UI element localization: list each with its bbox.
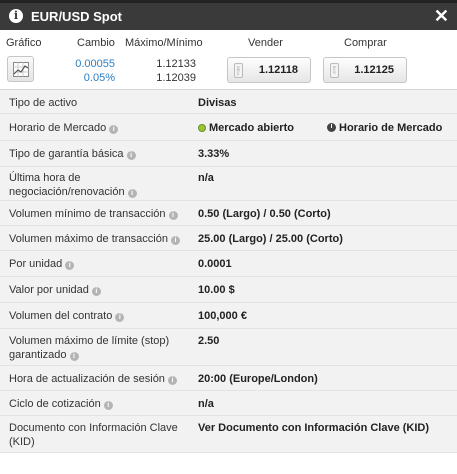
detail-value: 3.33% [198, 148, 230, 160]
header-chart: Gráfico [6, 37, 42, 49]
header-highlow: Máximo/Mínimo [125, 37, 203, 49]
detail-label: Volumen máximo de límite (stop) garantiza… [9, 334, 169, 362]
market-hours-text: Horario de Mercado [339, 122, 443, 134]
detail-row-contract-volume: Volumen del contrato i 100,000 € [0, 303, 457, 329]
buy-button[interactable]: BUY 1.12125 [323, 57, 407, 83]
detail-label: Última hora de negociación/renovación i [9, 171, 137, 199]
detail-label: Hora de actualización de sesión i [9, 372, 177, 386]
detail-label-line1: Última hora de [9, 172, 81, 184]
detail-label-text: Volumen máximo de transacción [9, 233, 168, 245]
detail-label-text: Ciclo de cotización [9, 398, 101, 410]
instrument-details: Tipo de activo Divisas Horario de Mercad… [0, 90, 457, 453]
help-icon[interactable]: i [109, 125, 119, 134]
detail-value: n/a [198, 172, 214, 184]
chart-icon [13, 62, 29, 77]
close-icon[interactable]: ✕ [434, 5, 449, 27]
market-status-text: Mercado abierto [209, 122, 294, 134]
clock-icon [327, 123, 336, 132]
detail-value: 100,000 € [198, 310, 247, 322]
detail-label: Documento con Información Clave (KID) [9, 421, 178, 449]
header-change: Cambio [77, 37, 115, 49]
sell-tag-icon: SELL [234, 63, 243, 78]
detail-row-asset-type: Tipo de activo Divisas [0, 90, 457, 114]
detail-value: 25.00 (Largo) / 25.00 (Corto) [198, 233, 343, 245]
window-titlebar: i EUR/USD Spot ✕ [0, 0, 457, 30]
detail-label: Ciclo de cotización i [9, 397, 113, 411]
market-status: Mercado abierto [198, 121, 294, 135]
detail-row-unit-value: Valor por unidad i 10.00 $ [0, 277, 457, 303]
detail-label: Horario de Mercado i [9, 121, 119, 135]
info-icon[interactable]: i [9, 9, 23, 23]
low-value: 1.12039 [156, 72, 196, 84]
help-icon[interactable]: i [167, 376, 177, 385]
help-icon[interactable]: i [126, 151, 136, 160]
detail-label: Volumen máximo de transacción i [9, 232, 180, 246]
detail-row-guaranteed-stop: Volumen máximo de límite (stop) garantiza… [0, 329, 457, 366]
detail-label-line1: Volumen máximo de límite (stop) [9, 335, 170, 347]
detail-label-text: Horario de Mercado [9, 122, 107, 134]
detail-row-min-volume: Volumen mínimo de transacción i 0.50 (Lar… [0, 201, 457, 226]
detail-row-kid: Documento con Información Clave (KID) Ver… [0, 416, 457, 453]
header-buy: Comprar [344, 37, 387, 49]
detail-label-line2: (KID) [9, 436, 35, 448]
detail-label-text: Por unidad [9, 258, 63, 270]
detail-value: n/a [198, 398, 214, 410]
chart-button[interactable] [7, 56, 34, 82]
sell-price: 1.12118 [258, 64, 298, 76]
detail-value: Divisas [198, 97, 237, 109]
help-icon[interactable]: i [69, 352, 79, 361]
sell-button[interactable]: SELL 1.12118 [227, 57, 311, 83]
high-value: 1.12133 [156, 58, 196, 70]
detail-row-margin: Tipo de garantía básica i 3.33% [0, 141, 457, 167]
help-icon[interactable]: i [65, 261, 75, 270]
detail-label-line1: Documento con Información Clave [9, 422, 178, 434]
header-sell: Vender [248, 37, 283, 49]
market-open-icon [198, 124, 206, 132]
detail-row-per-unit: Por unidad i 0.0001 [0, 251, 457, 277]
detail-row-last-trading: Última hora de negociación/renovación i n/… [0, 167, 457, 201]
detail-value: 0.50 (Largo) / 0.50 (Corto) [198, 208, 331, 220]
buy-price: 1.12125 [354, 64, 394, 76]
detail-label-text: Hora de actualización de sesión [9, 373, 165, 385]
detail-value: 2.50 [198, 335, 220, 347]
help-icon[interactable]: i [115, 313, 125, 322]
kid-document-link[interactable]: Ver Documento con Información Clave (KID… [198, 421, 429, 435]
detail-row-quote-cycle: Ciclo de cotización i n/a [0, 391, 457, 416]
detail-label: Volumen del contrato i [9, 309, 125, 323]
detail-row-market-hours: Horario de Mercado i Mercado abierto Hora… [0, 114, 457, 141]
detail-label-text: Volumen mínimo de transacción [9, 208, 166, 220]
detail-row-max-volume: Volumen máximo de transacción i 25.00 (La… [0, 226, 457, 251]
help-icon[interactable]: i [170, 236, 180, 245]
change-absolute: 0.00055 [75, 58, 115, 70]
help-icon[interactable]: i [91, 287, 101, 296]
detail-label: Valor por unidad i [9, 283, 101, 297]
detail-label-line2: garantizado [9, 349, 67, 361]
detail-label-text: Tipo de garantía básica [9, 148, 124, 160]
detail-label-line2: negociación/renovación [9, 186, 125, 198]
window-title: EUR/USD Spot [31, 9, 122, 24]
quote-row: 0.00055 0.05% 1.12133 1.12039 SELL 1.121… [0, 52, 457, 90]
detail-label: Volumen mínimo de transacción i [9, 207, 178, 221]
detail-row-session-update: Hora de actualización de sesión i 20:00 (… [0, 366, 457, 391]
detail-value: 0.0001 [198, 258, 232, 270]
change-percent: 0.05% [83, 72, 115, 84]
detail-label: Por unidad i [9, 257, 75, 271]
detail-label: Tipo de garantía básica i [9, 147, 136, 161]
detail-value: 20:00 (Europe/London) [198, 373, 318, 385]
help-icon[interactable]: i [103, 401, 113, 410]
help-icon[interactable]: i [168, 211, 178, 220]
help-icon[interactable]: i [127, 189, 137, 198]
detail-label: Tipo de activo [9, 97, 78, 109]
market-hours-link[interactable]: Horario de Mercado [327, 121, 442, 135]
quote-header: Gráfico Cambio Máximo/Mínimo Vender Comp… [0, 30, 457, 50]
detail-value: 10.00 $ [198, 284, 235, 296]
buy-tag-icon: BUY [330, 63, 339, 78]
detail-label-text: Volumen del contrato [9, 310, 113, 322]
detail-label-text: Valor por unidad [9, 284, 89, 296]
